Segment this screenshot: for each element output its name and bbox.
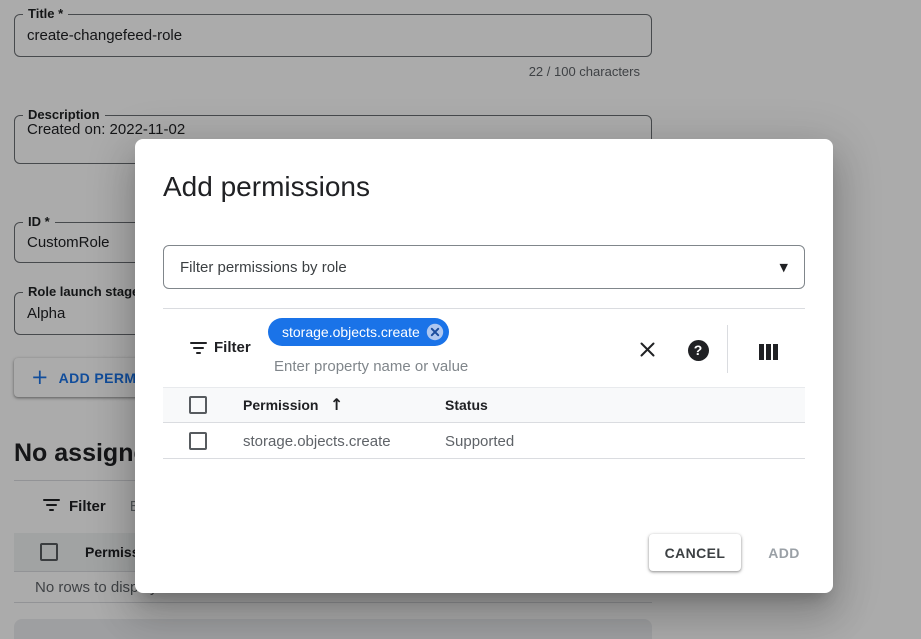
filter-icon	[190, 342, 207, 357]
select-all-checkbox[interactable]	[189, 396, 207, 414]
permission-column-header[interactable]: Permission	[243, 397, 318, 413]
filter-chip-label: storage.objects.create	[282, 324, 420, 340]
divider	[727, 325, 728, 373]
filter-input[interactable]	[274, 355, 634, 377]
dropdown-caret-icon: ▼	[780, 261, 788, 274]
status-column-header: Status	[445, 397, 488, 413]
filter-by-role-select-value: Filter permissions by role	[180, 259, 347, 276]
permission-cell: storage.objects.create	[243, 433, 391, 450]
add-permissions-dialog: Add permissions Filter permissions by ro…	[135, 139, 833, 593]
chip-remove-icon[interactable]	[426, 323, 444, 341]
filter-label: Filter	[214, 339, 251, 356]
row-checkbox[interactable]	[189, 432, 207, 450]
column-display-icon[interactable]	[756, 340, 780, 364]
help-icon[interactable]: ?	[686, 338, 710, 362]
permissions-table-header: Permission ↑ Status	[163, 387, 805, 423]
clear-filter-icon[interactable]	[635, 337, 659, 361]
filter-by-role-select[interactable]: Filter permissions by role ▼	[163, 245, 805, 289]
add-button[interactable]: ADD	[752, 534, 816, 571]
dialog-title: Add permissions	[163, 171, 370, 203]
sort-ascending-icon[interactable]: ↑	[330, 395, 343, 414]
create-role-page: Title * create-changefeed-role 22 / 100 …	[0, 0, 921, 639]
filter-chip[interactable]: storage.objects.create	[268, 318, 449, 346]
cancel-button[interactable]: CANCEL	[649, 534, 741, 571]
table-row: storage.objects.create Supported	[163, 424, 805, 459]
status-cell: Supported	[445, 433, 514, 450]
divider	[163, 308, 805, 309]
